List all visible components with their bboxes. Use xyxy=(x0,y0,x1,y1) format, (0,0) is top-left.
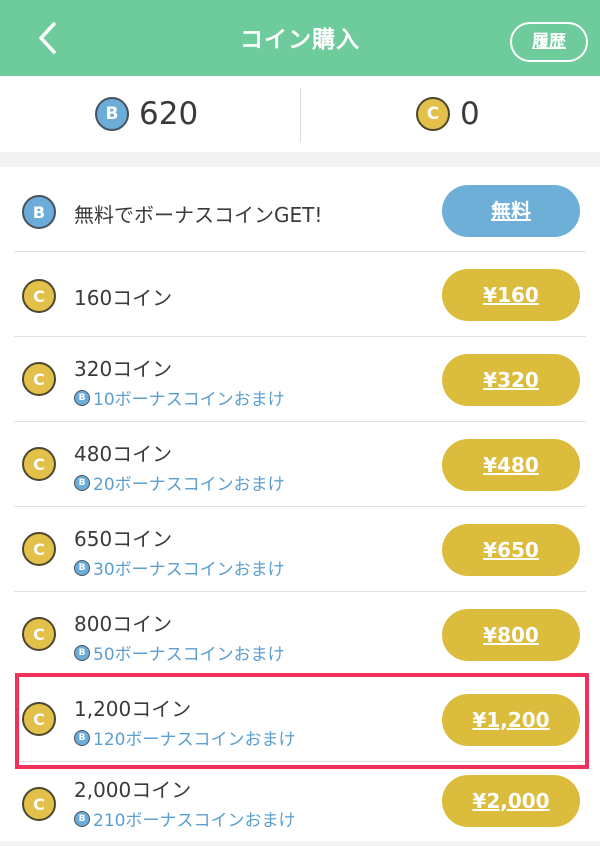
product-name: 320コイン xyxy=(74,357,173,381)
bonus-coin-mini-icon: B xyxy=(74,729,90,746)
coin-icon: C xyxy=(22,279,56,313)
product-row-320: C 320コイン B 10ボーナスコインおまけ ¥320 xyxy=(0,337,600,421)
balance-bar: B 620 C 0 xyxy=(0,76,600,152)
coin-icon: C xyxy=(22,362,56,396)
product-row-160: C 160コイン ¥160 xyxy=(0,252,600,336)
bonus-coin-mini-icon: B xyxy=(74,559,90,576)
bonus-coin-count: 620 xyxy=(139,96,199,132)
product-name: 480コイン xyxy=(74,442,173,466)
bonus-text: 30ボーナスコインおまけ xyxy=(93,560,285,580)
product-row-800: C 800コイン B 50ボーナスコインおまけ ¥800 xyxy=(0,592,600,676)
buy-button-800[interactable]: ¥800 xyxy=(442,609,580,661)
bonus-note: B 50ボーナスコインおまけ xyxy=(74,640,285,665)
bonus-coin-balance: B 620 xyxy=(95,76,198,152)
paid-coin-count: 0 xyxy=(460,96,480,132)
product-name: 800コイン xyxy=(74,612,173,636)
bonus-note: B 10ボーナスコインおまけ xyxy=(74,385,285,410)
product-row-480: C 480コイン B 20ボーナスコインおまけ ¥480 xyxy=(0,422,600,506)
product-name: 2,000コイン xyxy=(74,778,192,802)
bonus-coin-mini-icon: B xyxy=(74,644,90,661)
buy-button-480[interactable]: ¥480 xyxy=(442,439,580,491)
coin-product-list: B 無料でボーナスコインGET! 無料 C 160コイン ¥160 C 320コ… xyxy=(0,167,600,841)
product-row-2000: C 2,000コイン B 210ボーナスコインおまけ ¥2,000 xyxy=(0,762,600,846)
coin-icon: C xyxy=(22,447,56,481)
product-name: 650コイン xyxy=(74,527,173,551)
product-row-1200: C 1,200コイン B 120ボーナスコインおまけ ¥1,200 xyxy=(0,677,600,761)
buy-button-320[interactable]: ¥320 xyxy=(442,354,580,406)
divider xyxy=(300,88,301,142)
coin-icon: C xyxy=(22,617,56,651)
bonus-coin-icon: B xyxy=(22,195,56,229)
paid-coin-balance: C 0 xyxy=(416,76,480,152)
bonus-note: B 210ボーナスコインおまけ xyxy=(74,806,295,831)
coin-icon: C xyxy=(22,702,56,736)
coin-icon: C xyxy=(22,532,56,566)
paid-coin-icon: C xyxy=(416,97,450,131)
bonus-text: 10ボーナスコインおまけ xyxy=(93,390,285,410)
bonus-coin-icon: B xyxy=(95,97,129,131)
bonus-coin-mini-icon: B xyxy=(74,474,90,491)
bonus-note: B 30ボーナスコインおまけ xyxy=(74,555,285,580)
product-name: 1,200コイン xyxy=(74,697,192,721)
bonus-note: B 120ボーナスコインおまけ xyxy=(74,725,295,750)
bonus-coin-mini-icon: B xyxy=(74,389,90,406)
product-name: 160コイン xyxy=(74,286,173,310)
history-button[interactable]: 履歴 xyxy=(510,22,588,62)
bonus-coin-mini-icon: B xyxy=(74,810,90,827)
free-button[interactable]: 無料 xyxy=(442,185,580,237)
product-row-650: C 650コイン B 30ボーナスコインおまけ ¥650 xyxy=(0,507,600,591)
bonus-text: 210ボーナスコインおまけ xyxy=(93,811,296,831)
bonus-text: 120ボーナスコインおまけ xyxy=(93,730,296,750)
app-header: コイン購入 履歴 xyxy=(0,0,600,76)
buy-button-160[interactable]: ¥160 xyxy=(442,269,580,321)
buy-button-650[interactable]: ¥650 xyxy=(442,524,580,576)
buy-button-2000[interactable]: ¥2,000 xyxy=(442,775,580,827)
bonus-text: 50ボーナスコインおまけ xyxy=(93,645,285,665)
bonus-note: B 20ボーナスコインおまけ xyxy=(74,470,285,495)
product-name: 無料でボーナスコインGET! xyxy=(74,203,323,227)
bonus-text: 20ボーナスコインおまけ xyxy=(93,475,285,495)
product-row-free: B 無料でボーナスコインGET! 無料 xyxy=(0,167,600,251)
coin-icon: C xyxy=(22,787,56,821)
buy-button-1200[interactable]: ¥1,200 xyxy=(442,694,580,746)
